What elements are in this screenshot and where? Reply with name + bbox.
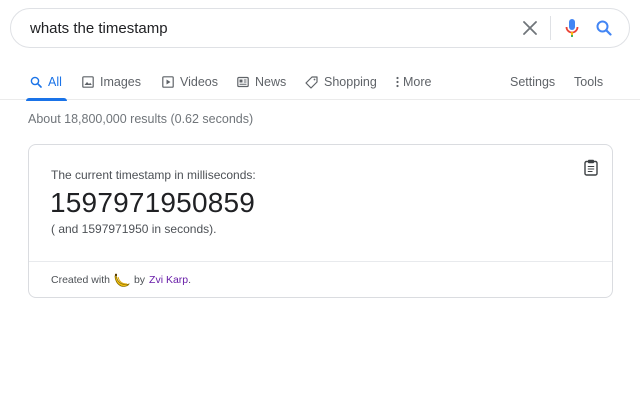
- clear-search-button[interactable]: [516, 14, 544, 42]
- more-vert-icon: [395, 76, 399, 89]
- card-divider: [29, 261, 612, 262]
- tab-images[interactable]: Images: [81, 64, 141, 100]
- tab-label: Videos: [180, 75, 218, 89]
- timestamp-milliseconds: 1597971950859: [50, 187, 256, 218]
- search-bar: [10, 8, 630, 48]
- search-icon: [29, 76, 42, 89]
- timestamp-seconds: ( and 1597971950 in seconds).: [51, 222, 217, 236]
- author-link[interactable]: Zvi Karp: [149, 274, 188, 286]
- tab-label: All: [48, 75, 62, 89]
- tab-shopping[interactable]: Shopping: [305, 64, 377, 100]
- search-bar-divider: [550, 16, 551, 40]
- tab-news[interactable]: News: [236, 64, 286, 100]
- footer-prefix: Created with: [51, 274, 110, 286]
- footer-by: by: [133, 274, 146, 286]
- tab-label: Shopping: [324, 75, 377, 89]
- search-button[interactable]: [589, 14, 619, 42]
- footer-suffix: .: [188, 274, 192, 286]
- page: All Images Videos News Shopping: [0, 0, 640, 400]
- tag-icon: [305, 75, 318, 89]
- timestamp-label: The current timestamp in milliseconds:: [51, 168, 256, 182]
- search-icon: [596, 20, 612, 36]
- timestamp-card: The current timestamp in milliseconds: 1…: [28, 144, 613, 298]
- tab-label: Images: [100, 75, 141, 89]
- tab-more[interactable]: More: [395, 64, 431, 100]
- tab-label: News: [255, 75, 287, 89]
- news-icon: [236, 76, 249, 89]
- result-stats: About 18,800,000 results (0.62 seconds): [28, 112, 254, 126]
- settings-link[interactable]: Settings: [510, 64, 555, 100]
- tab-videos[interactable]: Videos: [161, 64, 218, 100]
- search-tabs: All Images Videos News Shopping More Set…: [0, 64, 640, 101]
- image-icon: [81, 76, 94, 89]
- close-icon: [523, 21, 537, 35]
- copy-button[interactable]: [582, 157, 600, 177]
- clipboard-icon: [584, 159, 598, 176]
- voice-search-button[interactable]: [559, 14, 585, 42]
- tab-label: More: [403, 75, 432, 89]
- search-bar-actions: [516, 9, 629, 47]
- play-icon: [161, 76, 174, 89]
- tools-link[interactable]: Tools: [574, 64, 603, 100]
- banana-icon: [114, 273, 130, 287]
- search-input[interactable]: [11, 9, 516, 47]
- card-footer: Created with by Zvi Karp.: [51, 272, 191, 288]
- microphone-icon: [565, 19, 579, 37]
- tab-all[interactable]: All: [26, 64, 67, 101]
